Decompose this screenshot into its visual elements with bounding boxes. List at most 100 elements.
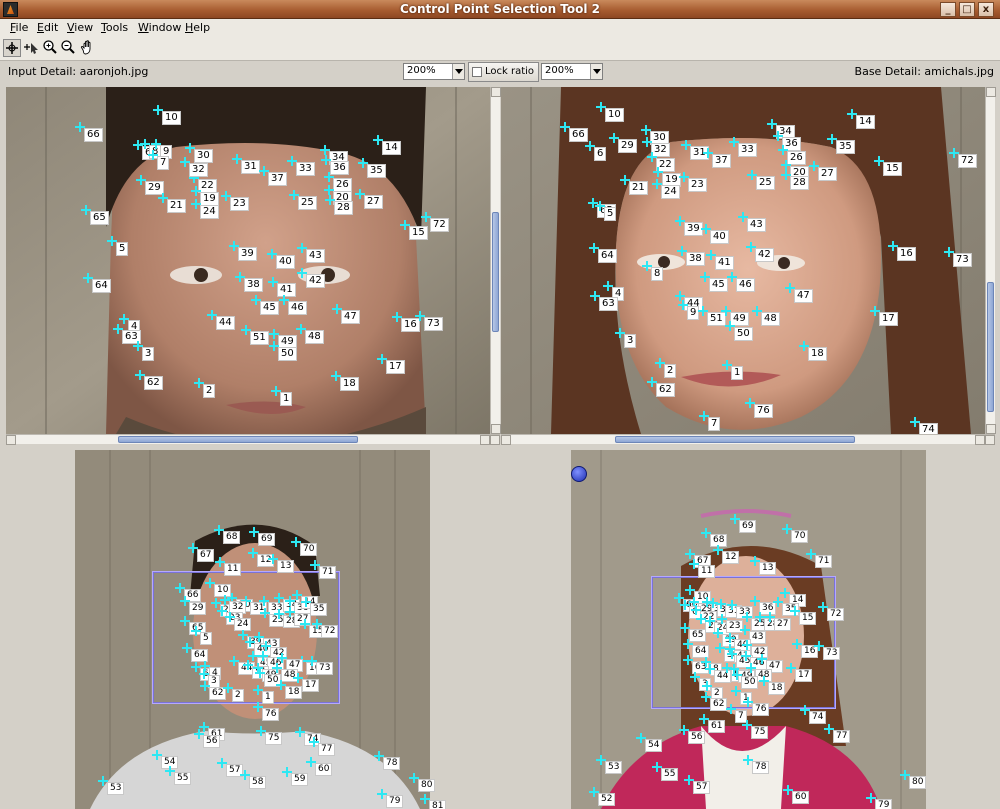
control-point-label: 8 [651,267,664,281]
title-bar[interactable]: Control Point Selection Tool 2 _ □ x [0,0,1000,19]
scroll-up-button[interactable] [986,87,996,97]
pan-hand-icon[interactable] [80,39,98,57]
control-point-label: 18 [340,377,359,391]
base-detail-vscroll[interactable] [985,87,996,434]
control-point-label: 71 [815,555,833,568]
control-point-label: 29 [189,602,207,615]
scroll-thumb[interactable] [118,436,358,443]
toolbar [0,37,1000,61]
control-point-label: 62 [710,698,728,711]
control-point-label: 40 [276,255,295,269]
control-point-label: 72 [430,218,449,232]
control-point-label: 27 [364,195,383,209]
scroll-left-button[interactable] [6,435,16,445]
control-point-label: 25 [756,176,775,190]
control-point-label: 27 [818,167,837,181]
control-point-label: 37 [712,154,731,168]
lock-ratio-button[interactable]: Lock ratio [468,62,539,82]
control-point-label: 45 [260,301,279,315]
control-point-label: 50 [741,676,759,689]
input-detail-hscroll[interactable] [6,434,500,445]
base-detail-hscroll[interactable] [501,434,995,445]
control-point-label: 66 [84,128,103,142]
scroll-thumb[interactable] [987,282,994,412]
control-point-label: 17 [386,360,405,374]
close-button[interactable]: x [978,2,994,17]
control-point-label: 3 [624,334,637,348]
control-point-label: 33 [296,162,315,176]
control-point-label: 5 [200,632,212,645]
control-point-label: 60 [315,763,333,776]
control-point-label: 11 [698,565,716,578]
control-point-label: 14 [856,115,875,129]
control-point-label: 66 [569,128,588,142]
control-point-label: 1 [280,392,293,406]
control-point-label: 69 [739,520,757,533]
control-point-label: 81 [429,800,447,809]
control-point-label: 59 [291,773,309,786]
control-point-label: 18 [768,682,786,695]
control-point-label: 37 [268,172,287,186]
minimize-button[interactable]: _ [940,2,956,17]
input-detail-pane[interactable]: 6610689730313733343635142922321924212326… [6,87,490,434]
control-point-label: 39 [238,247,257,261]
menu-file[interactable]: File [10,21,28,34]
control-point-label: 5 [116,242,129,256]
control-point-label: 78 [752,761,770,774]
control-point-label: 16 [897,247,916,261]
base-zoom-select[interactable]: 200% [541,63,603,80]
base-detail-pane[interactable]: 10 66 29 30 34 14 6 32 31 37 33 36 35 15 72 22 26 20 28 19 2… [501,87,985,434]
control-point-label: 44 [216,316,235,330]
scroll-right-button[interactable] [480,435,490,445]
control-point-label: 74 [919,423,938,434]
input-detail-label: Input Detail: aaronjoh.jpg [8,65,149,78]
menu-bar: File Edit View Tools Window Help [0,19,1000,37]
scroll-thumb[interactable] [492,212,499,332]
base-detail-label: Base Detail: amichals.jpg [854,65,994,78]
control-point-label: 50 [278,347,297,361]
control-point-label: 6 [594,147,607,161]
control-point-label: 1 [731,366,744,380]
scroll-down-button[interactable] [491,424,501,434]
scroll-up-button[interactable] [491,87,501,97]
control-point-label: 15 [409,226,428,240]
control-point-label: 48 [305,330,324,344]
maximize-button[interactable]: □ [959,2,975,17]
input-zoom-select[interactable]: 200% [403,63,465,80]
select-point-icon[interactable] [24,39,42,57]
control-point-label: 42 [755,248,774,262]
control-point-label: 27 [774,618,792,631]
control-point-label: 62 [656,383,675,397]
zoom-in-icon[interactable] [42,39,60,57]
menu-view[interactable]: View [67,21,93,34]
scroll-left-button[interactable] [501,435,511,445]
lock-ratio-checkbox[interactable] [472,67,482,77]
control-point-label: 76 [754,404,773,418]
control-point-label: 73 [424,317,443,331]
control-point-label: 60 [792,791,810,804]
control-point-label: 65 [90,211,109,225]
control-point-label: 73 [823,647,841,660]
control-point-label: 12 [722,551,740,564]
menu-help[interactable]: Help [185,21,210,34]
scroll-thumb[interactable] [615,436,855,443]
control-point-label: 38 [686,252,705,266]
window-title: Control Point Selection Tool 2 [399,2,601,16]
menu-edit[interactable]: Edit [37,21,58,34]
menu-window[interactable]: Window [138,21,181,34]
control-point-label: 70 [791,530,809,543]
control-point-label: 5 [604,207,617,221]
input-detail-vscroll[interactable] [490,87,501,434]
control-point-label: 47 [794,289,813,303]
scroll-right-button[interactable] [975,435,985,445]
control-point-label: 25 [298,196,317,210]
chevron-down-icon[interactable] [452,64,464,79]
control-point-label: 43 [747,218,766,232]
menu-tools[interactable]: Tools [101,21,128,34]
scroll-down-button[interactable] [986,424,996,434]
add-point-icon[interactable] [3,39,21,57]
control-point-label: 1 [262,691,274,704]
control-point-label: 69 [258,533,276,546]
zoom-out-icon[interactable] [60,39,78,57]
chevron-down-icon[interactable] [590,64,602,79]
